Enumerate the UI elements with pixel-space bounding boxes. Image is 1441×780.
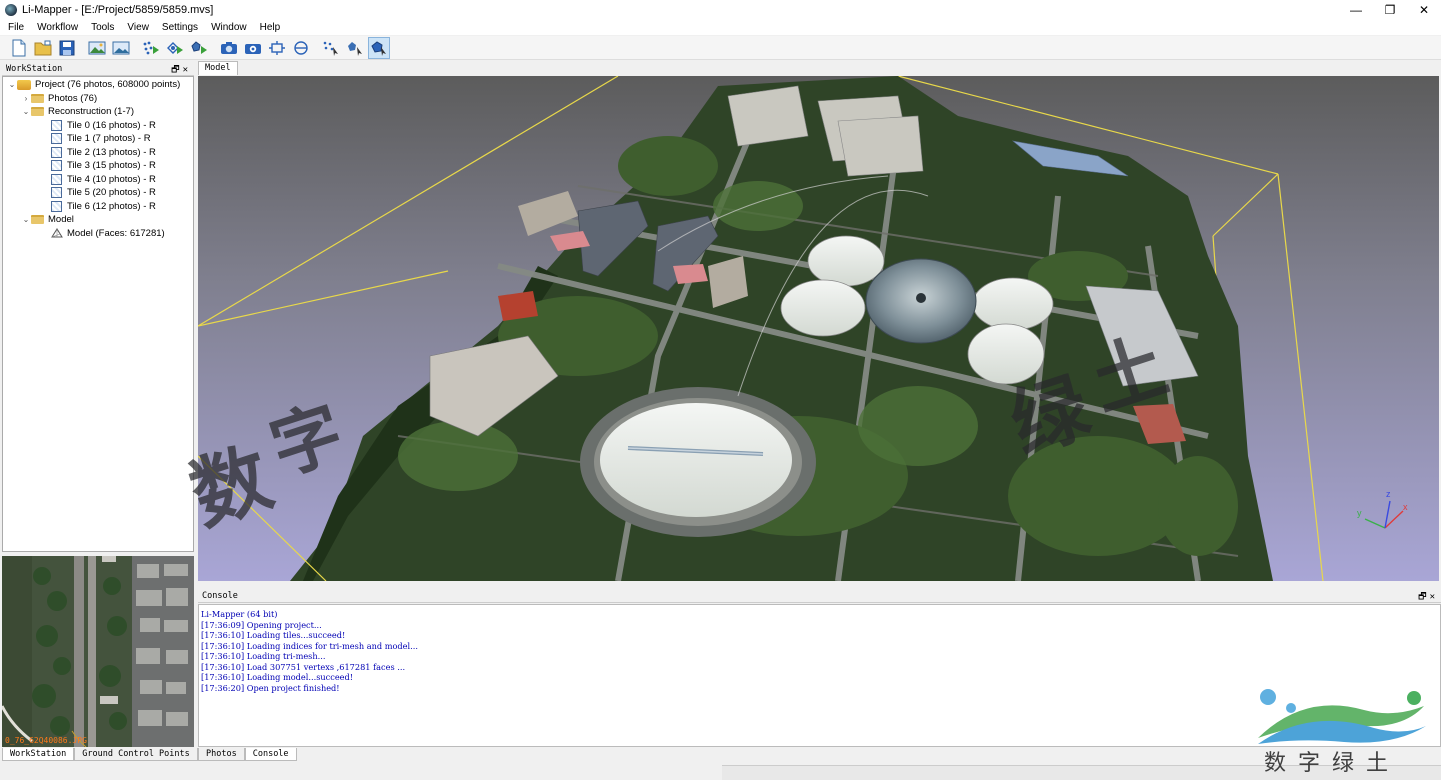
axis-gizmo-icon	[1364, 500, 1404, 529]
collapse-arrow-icon[interactable]: ⌄	[21, 107, 31, 116]
menu-file[interactable]: File	[0, 22, 29, 33]
workstation-panel-header: WorkStation 🗗✕	[2, 62, 194, 76]
tree-photos[interactable]: › Photos (76)	[3, 92, 193, 106]
tree-tile[interactable]: Tile 2 (13 photos) - R	[3, 146, 193, 160]
camera-settings-icon[interactable]	[242, 37, 264, 59]
tile-icon	[51, 160, 62, 172]
console-panel-header: Console 🗗✕	[198, 589, 1441, 603]
close-button[interactable]: ✕	[1407, 0, 1441, 20]
workstation-title: WorkStation	[6, 63, 63, 74]
tab-model[interactable]: Model	[198, 61, 238, 75]
tree-tile[interactable]: Tile 1 (7 photos) - R	[3, 132, 193, 146]
aerial-photo-image	[2, 556, 194, 747]
dense-cloud-icon[interactable]	[164, 37, 186, 59]
tab-ground-control-points[interactable]: Ground Control Points	[74, 748, 198, 761]
console-panel-controls[interactable]: 🗗✕	[1418, 589, 1438, 605]
brand-name: 数字绿土	[1264, 751, 1401, 776]
main-toolbar	[0, 36, 1441, 60]
console-line: Li-Mapper (64 bit)	[201, 609, 278, 619]
project-icon	[17, 79, 31, 90]
point-select-icon[interactable]	[320, 37, 342, 59]
workstation-tree: ⌄ Project (76 photos, 608000 points) › P…	[2, 76, 194, 552]
console-line: [17:36:10] Load 307751 vertexs ,617281 f…	[201, 661, 406, 672]
image-list-icon[interactable]	[110, 37, 132, 59]
menu-window[interactable]: Window	[203, 22, 252, 33]
city-3d-model	[198, 76, 1404, 581]
window-controls: — ❐ ✕	[1339, 0, 1441, 20]
menu-settings[interactable]: Settings	[154, 22, 203, 33]
axis-label-x: x	[1403, 502, 1408, 512]
menu-bar: File Workflow Tools View Settings Window…	[0, 20, 1441, 35]
build-mesh-icon[interactable]	[188, 37, 210, 59]
collapse-arrow-icon[interactable]: ⌄	[21, 215, 31, 224]
console-line: [17:36:10] Loading model...succeed!	[201, 672, 354, 682]
console-line: [17:36:09] Opening project...	[201, 619, 322, 630]
tree-reconstruction[interactable]: ⌄ Reconstruction (1-7)	[3, 105, 193, 119]
tile-icon	[51, 146, 62, 158]
menu-tools[interactable]: Tools	[83, 22, 119, 33]
tile-icon	[51, 200, 62, 212]
console-title: Console	[202, 590, 238, 601]
tree-model-folder[interactable]: ⌄ Model	[3, 213, 193, 227]
menu-view[interactable]: View	[119, 22, 154, 33]
mesh-model-icon	[51, 228, 63, 238]
tab-console[interactable]: Console	[244, 748, 297, 761]
minimize-button[interactable]: —	[1339, 0, 1373, 20]
window-title: Li-Mapper - [E:/Project/5859/5859.mvs]	[22, 4, 214, 16]
menu-help[interactable]: Help	[252, 22, 286, 33]
align-photos-icon[interactable]	[140, 37, 162, 59]
tile-icon	[51, 187, 62, 199]
title-bar: Li-Mapper - [E:/Project/5859/5859.mvs] —…	[0, 0, 1441, 20]
brand-logo-icon	[1258, 689, 1426, 744]
preview-filename: 0_76_62Q40086.JPG	[5, 736, 87, 745]
folder-icon	[31, 215, 44, 225]
tile-icon	[51, 119, 62, 131]
tree-tile[interactable]: Tile 5 (20 photos) - R	[3, 186, 193, 200]
collapse-arrow-icon[interactable]: ⌄	[7, 80, 17, 89]
folder-icon	[31, 107, 44, 117]
axis-label-z: z	[1386, 489, 1391, 499]
tab-photos[interactable]: Photos	[198, 748, 245, 761]
photo-preview[interactable]: 0_76_62Q40086.JPG	[2, 556, 194, 747]
import-images-icon[interactable]	[86, 37, 108, 59]
tree-tile[interactable]: Tile 6 (12 photos) - R	[3, 200, 193, 214]
expand-arrow-icon[interactable]: ›	[21, 94, 31, 103]
console-line: [17:36:10] Loading indices for tri-mesh …	[201, 640, 418, 651]
new-project-icon[interactable]	[8, 37, 30, 59]
console-line: [17:36:10] Loading tiles...succeed!	[201, 630, 346, 640]
tree-tile[interactable]: Tile 0 (16 photos) - R	[3, 119, 193, 133]
tile-icon	[51, 173, 62, 185]
camera-view-icon[interactable]	[218, 37, 240, 59]
open-project-icon[interactable]	[32, 37, 54, 59]
tree-project[interactable]: ⌄ Project (76 photos, 608000 points)	[3, 78, 193, 92]
left-panel-tabs: WorkStation Ground Control Points	[2, 748, 198, 761]
folder-icon	[31, 93, 44, 103]
tree-tile[interactable]: Tile 4 (10 photos) - R	[3, 173, 193, 187]
console-line: [17:36:20] Open project finished!	[201, 682, 340, 693]
menu-workflow[interactable]: Workflow	[29, 22, 83, 33]
fit-view-icon[interactable]	[266, 37, 288, 59]
model-viewport[interactable]: z x y	[198, 76, 1439, 581]
tile-icon	[51, 133, 62, 145]
point-edit-icon[interactable]	[344, 37, 366, 59]
app-logo-icon	[5, 4, 17, 16]
texture-mesh-icon[interactable]	[368, 36, 390, 59]
save-icon[interactable]	[56, 37, 78, 59]
tree-model-item[interactable]: Model (Faces: 617281)	[3, 227, 193, 241]
axis-label-y: y	[1357, 508, 1362, 518]
console-line: [17:36:10] Loading tri-mesh...	[201, 651, 326, 661]
bottom-panel-tabs: Photos Console	[198, 748, 297, 761]
restore-button[interactable]: ❐	[1373, 0, 1407, 20]
tab-workstation[interactable]: WorkStation	[2, 748, 75, 761]
rotate-view-icon[interactable]	[290, 37, 312, 59]
tree-tile[interactable]: Tile 3 (15 photos) - R	[3, 159, 193, 173]
